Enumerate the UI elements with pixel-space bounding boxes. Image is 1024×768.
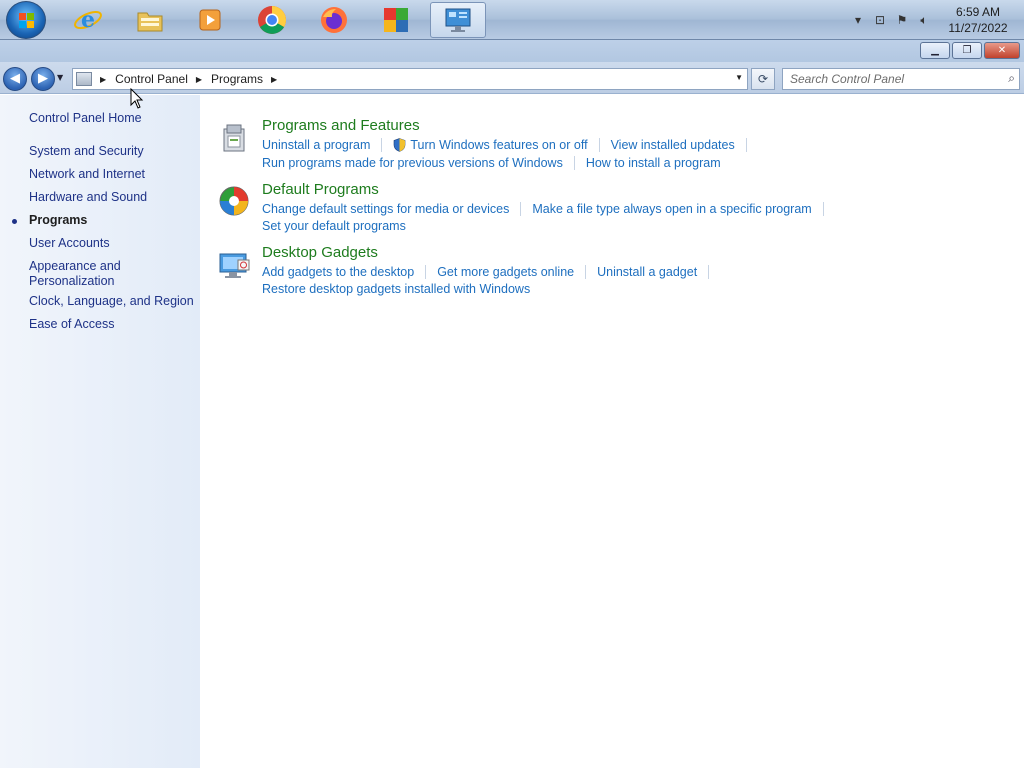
desktop-gadgets-links-row-2: Restore desktop gadgets installed with W…	[262, 282, 530, 296]
breadcrumb-programs[interactable]: Programs	[211, 72, 263, 86]
set-default-programs-link[interactable]: Set your default programs	[262, 219, 406, 233]
minimize-button[interactable]: ▁	[920, 42, 950, 59]
uninstall-a-gadget-link[interactable]: Uninstall a gadget	[597, 265, 697, 279]
ie-icon: e	[74, 7, 102, 33]
clock[interactable]: 6:59 AM 11/27/2022	[938, 4, 1018, 36]
taskbar-app-windows-explorer[interactable]	[122, 2, 178, 38]
main-content: Programs and Features Uninstall a progra…	[200, 95, 1024, 768]
sidebar-item-programs: Programs	[29, 213, 88, 227]
media-player-icon	[199, 9, 221, 31]
sidebar-item-hardware-and-sound[interactable]: Hardware and Sound	[29, 190, 194, 205]
current-item-bullet	[12, 219, 17, 224]
view-installed-updates-link[interactable]: View installed updates	[611, 138, 735, 152]
address-bar[interactable]: ▶ Control Panel ▶ Programs ▶ ▼	[72, 68, 748, 90]
back-button[interactable]: ◀	[3, 67, 27, 91]
control-panel-small-icon	[76, 72, 92, 86]
link-separator	[425, 265, 427, 279]
programs-and-features-title[interactable]: Programs and Features	[262, 117, 420, 134]
breadcrumb-chevron-icon[interactable]: ▶	[196, 75, 202, 84]
refresh-button[interactable]: ⟳	[751, 68, 775, 90]
forward-arrow-icon: ▶	[38, 71, 48, 86]
default-programs-links-row-1: Change default settings for media or dev…	[262, 202, 835, 216]
add-gadgets-link[interactable]: Add gadgets to the desktop	[262, 265, 414, 279]
navigation-bar: ◀ ▶ ▼ ▶ Control Panel ▶ Programs ▶ ▼ ⟳ ⌕	[0, 62, 1024, 94]
link-separator	[573, 156, 575, 170]
network-icon[interactable]: ⊡	[872, 12, 888, 28]
refresh-icon: ⟳	[757, 72, 769, 86]
action-center-flag-icon[interactable]: ⚑	[894, 12, 910, 28]
recent-pages-dropdown[interactable]: ▼	[57, 73, 63, 82]
default-programs-icon	[219, 186, 249, 216]
address-dropdown-icon[interactable]: ▼	[735, 73, 743, 82]
breadcrumb-control-panel[interactable]: Control Panel	[115, 72, 188, 86]
link-separator	[745, 138, 747, 152]
close-button[interactable]: ✕	[984, 42, 1020, 59]
link-separator	[381, 138, 383, 152]
back-arrow-icon: ◀	[10, 71, 20, 86]
taskbar-app-firefox[interactable]	[306, 2, 362, 38]
link-separator	[520, 202, 522, 216]
restore-button[interactable]: ❐	[952, 42, 982, 59]
sidebar-control-panel-home[interactable]: Control Panel Home	[29, 111, 194, 126]
sidebar-item-user-accounts[interactable]: User Accounts	[29, 236, 194, 251]
sidebar-item-clock-language-region[interactable]: Clock, Language, and Region	[29, 294, 194, 309]
forward-button[interactable]: ▶	[31, 67, 55, 91]
uninstall-a-program-link[interactable]: Uninstall a program	[262, 138, 370, 152]
show-hidden-icons-icon[interactable]: ▾	[850, 12, 866, 28]
clock-time: 6:59 AM	[955, 5, 1001, 19]
how-to-install-a-program-link[interactable]: How to install a program	[586, 156, 721, 170]
restore-desktop-gadgets-link[interactable]: Restore desktop gadgets installed with W…	[262, 282, 530, 296]
svg-text:e: e	[81, 7, 95, 33]
programs-and-features-links-row-2: Run programs made for previous versions …	[262, 156, 721, 170]
desktop-gadgets-title[interactable]: Desktop Gadgets	[262, 244, 378, 261]
firefox-icon	[321, 7, 347, 33]
sidebar-item-appearance-and-personalization[interactable]: Appearance and Personalization	[29, 259, 194, 289]
taskbar-app-internet-explorer[interactable]: e	[60, 2, 116, 38]
chrome-icon	[258, 6, 286, 34]
link-separator	[585, 265, 587, 279]
taskbar-app-avg[interactable]	[368, 2, 424, 38]
window-caption-bar: ▁ ❐ ✕	[0, 40, 1024, 62]
run-programs-previous-versions-link[interactable]: Run programs made for previous versions …	[262, 156, 563, 170]
breadcrumb-chevron-icon[interactable]: ▶	[271, 75, 277, 84]
sidebar-item-ease-of-access[interactable]: Ease of Access	[29, 317, 194, 332]
taskbar: e ▾ ⊡ ⚑ 🔈︎ 6:59 AM 11/27/2022	[0, 0, 1024, 40]
taskbar-app-media-player[interactable]	[182, 2, 238, 38]
search-icon[interactable]: ⌕	[1008, 71, 1015, 86]
volume-icon[interactable]: 🔈︎	[916, 12, 932, 28]
default-programs-links-row-2: Set your default programs	[262, 219, 406, 233]
system-tray: ▾ ⊡ ⚑ 🔈︎ 6:59 AM 11/27/2022	[850, 0, 1024, 40]
sidebar: Control Panel Home System and Security N…	[0, 95, 200, 768]
link-separator	[822, 202, 824, 216]
search-box[interactable]: ⌕	[782, 68, 1020, 90]
programs-and-features-icon	[223, 124, 245, 152]
avg-icon	[384, 8, 408, 32]
search-input[interactable]	[783, 69, 993, 89]
change-default-settings-media-link[interactable]: Change default settings for media or dev…	[262, 202, 509, 216]
turn-windows-features-link[interactable]: Turn Windows features on or off	[410, 138, 587, 152]
start-button[interactable]	[6, 1, 46, 39]
clock-date: 11/27/2022	[948, 21, 1008, 35]
control-panel-icon	[445, 8, 471, 32]
link-separator	[598, 138, 600, 152]
taskbar-app-control-panel[interactable]	[430, 2, 486, 38]
desktop-gadgets-links-row-1: Add gadgets to the desktop Get more gadg…	[262, 265, 720, 279]
breadcrumb-chevron-icon[interactable]: ▶	[100, 75, 106, 84]
mouse-cursor-icon	[130, 88, 144, 109]
uac-shield-icon	[394, 138, 406, 152]
windows-logo-icon	[19, 13, 35, 29]
link-separator	[708, 265, 710, 279]
desktop-gadgets-icon	[219, 253, 250, 278]
folder-icon	[137, 12, 163, 32]
sidebar-item-system-and-security[interactable]: System and Security	[29, 144, 194, 159]
taskbar-app-chrome[interactable]	[244, 2, 300, 38]
get-more-gadgets-link[interactable]: Get more gadgets online	[437, 265, 574, 279]
make-file-type-open-link[interactable]: Make a file type always open in a specif…	[532, 202, 811, 216]
default-programs-title[interactable]: Default Programs	[262, 181, 379, 198]
sidebar-item-network-and-internet[interactable]: Network and Internet	[29, 167, 194, 182]
programs-and-features-links-row-1: Uninstall a program Turn Windows feature…	[262, 138, 758, 152]
